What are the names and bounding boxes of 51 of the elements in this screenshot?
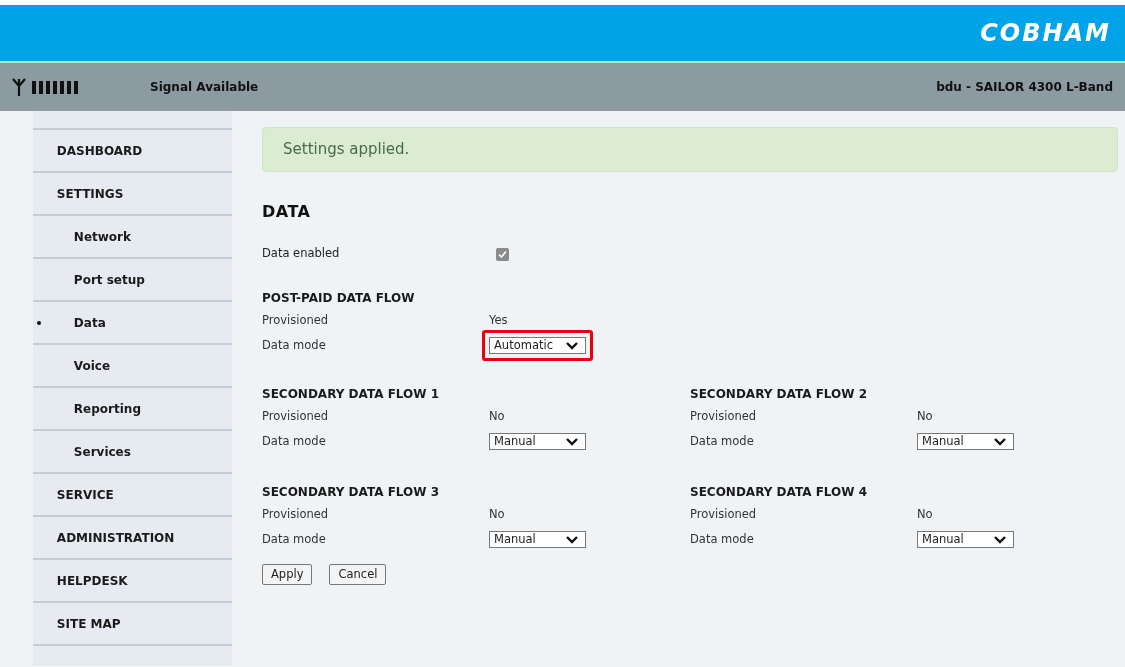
chevron-down-icon — [566, 536, 578, 544]
nav-item[interactable]: DASHBOARD — [32, 130, 232, 173]
field-value: Yes — [489, 311, 508, 329]
checkbox[interactable] — [496, 247, 509, 261]
field-label: Data mode — [262, 530, 327, 548]
field-label: Data mode — [690, 432, 755, 450]
device-name: bdu - SAILOR 4300 L-Band — [936, 79, 1113, 96]
form-button[interactable]: Cancel — [329, 564, 387, 585]
page-title: DATA — [262, 201, 312, 223]
dropdown[interactable]: Automatic — [489, 337, 586, 354]
antenna-icon — [12, 77, 26, 97]
nav-item[interactable]: SITE MAP — [32, 603, 232, 646]
section-heading: POST-PAID DATA FLOW — [262, 290, 416, 307]
nav-item[interactable]: Voice — [32, 345, 232, 388]
form-button[interactable]: Apply — [262, 564, 313, 585]
success-message: Settings applied. — [262, 127, 1118, 172]
chevron-down-icon — [566, 438, 578, 446]
dropdown[interactable]: Manual — [917, 531, 1014, 548]
field-value: No — [489, 407, 505, 425]
field-label: Data mode — [262, 432, 327, 450]
dropdown[interactable]: Manual — [917, 433, 1014, 450]
chevron-down-icon — [994, 536, 1006, 544]
section-heading: SECONDARY DATA FLOW 1 — [262, 386, 440, 403]
nav-item[interactable]: ADMINISTRATION — [32, 517, 232, 560]
signal-status: Signal Available — [150, 79, 259, 96]
field-value: No — [917, 505, 933, 523]
field-label: Provisioned — [262, 311, 330, 329]
field-label: Data mode — [262, 336, 327, 354]
dropdown[interactable]: Manual — [489, 531, 586, 548]
section-heading: SECONDARY DATA FLOW 4 — [690, 484, 868, 501]
field-value: No — [917, 407, 933, 425]
nav-item[interactable]: SERVICE — [32, 474, 232, 517]
field-label: Provisioned — [690, 407, 758, 425]
dropdown[interactable]: Manual — [489, 433, 586, 450]
nav-item[interactable]: Network — [32, 216, 232, 259]
field-label: Data mode — [690, 530, 755, 548]
section-heading: SECONDARY DATA FLOW 3 — [262, 484, 440, 501]
field-label: Provisioned — [262, 505, 330, 523]
chevron-down-icon — [994, 438, 1006, 446]
chevron-down-icon — [566, 342, 578, 350]
section-heading: SECONDARY DATA FLOW 2 — [690, 386, 868, 403]
field-label: Provisioned — [262, 407, 330, 425]
field-value: No — [489, 505, 505, 523]
nav-item[interactable]: HELPDESK — [32, 560, 232, 603]
logo: COBHAM — [980, 18, 1111, 49]
nav-item[interactable]: SETTINGS — [32, 173, 232, 216]
nav-item[interactable]: Services — [32, 431, 232, 474]
nav-item[interactable]: Reporting — [32, 388, 232, 431]
signal-bars-icon — [32, 80, 80, 94]
field-label: Data enabled — [262, 245, 341, 263]
field-label: Provisioned — [690, 505, 758, 523]
